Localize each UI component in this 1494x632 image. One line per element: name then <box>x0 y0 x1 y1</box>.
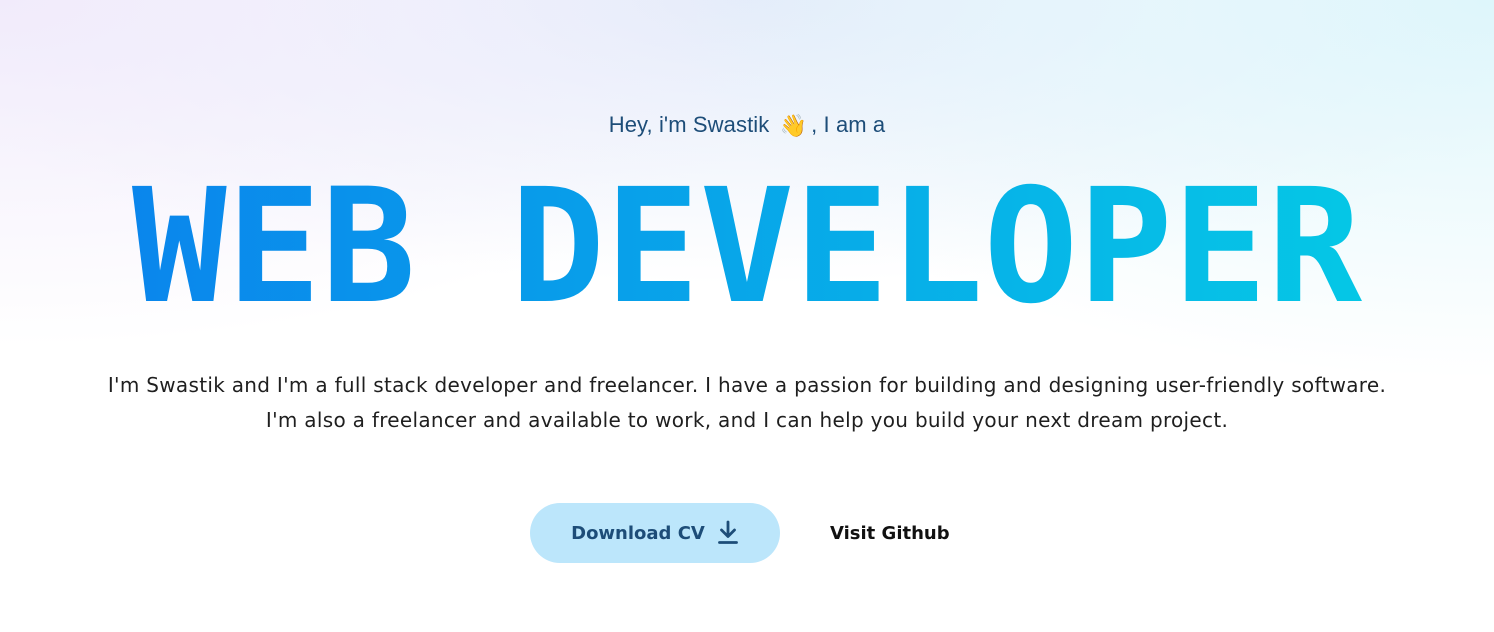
greeting-suffix: , I am a <box>811 112 886 137</box>
waving-hand-icon: 👋 <box>779 113 808 138</box>
intro-line-1: I'm Swastik and I'm a full stack develop… <box>107 373 1387 397</box>
download-cv-label: Download CV <box>571 522 705 544</box>
download-icon <box>717 520 739 546</box>
hero-section: Hey, i'm Swastik 👋, I am a WEB DEVELOPER… <box>0 0 1494 632</box>
greeting-prefix: Hey, i'm Swastik <box>608 112 770 137</box>
greeting: Hey, i'm Swastik 👋, I am a <box>0 112 1494 139</box>
hero-actions: Download CV Visit Github <box>530 503 950 563</box>
download-cv-button[interactable]: Download CV <box>530 503 780 563</box>
headline-text: WEB DEVELOPER <box>132 160 1363 330</box>
intro-line-2: I'm also a freelancer and available to w… <box>265 408 1229 432</box>
intro-text: I'm Swastik and I'm a full stack develop… <box>0 368 1494 438</box>
visit-github-link[interactable]: Visit Github <box>830 523 950 544</box>
headline: WEB DEVELOPER <box>0 160 1494 330</box>
